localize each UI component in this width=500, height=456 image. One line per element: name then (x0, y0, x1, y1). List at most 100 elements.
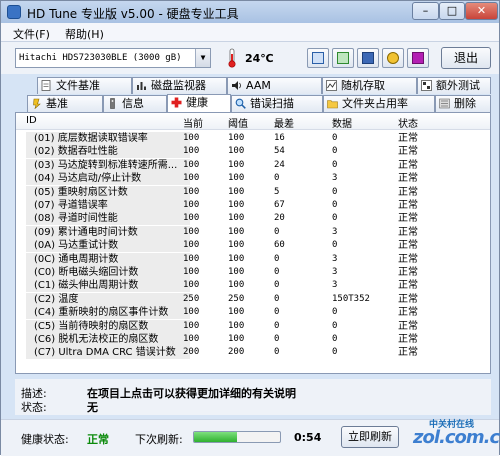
cell-current: 100 (183, 159, 200, 170)
error-scan-icon (235, 98, 246, 109)
table-row[interactable]: (03) 马达旋转到标准转速所需... 100 100 24 0 正常 (16, 158, 490, 172)
cell-data: 3 (332, 267, 338, 277)
cell-status: 正常 (398, 200, 418, 211)
table-row[interactable]: (01) 底层数据读取错误率 100 100 16 0 正常 (16, 132, 490, 145)
cell-current: 100 (183, 280, 200, 291)
menu-help[interactable]: 帮助(H) (65, 26, 104, 42)
menu-file[interactable]: 文件(F) (13, 26, 50, 42)
cell-threshold: 250 (228, 293, 245, 304)
cell-id: (C1) 磁头伸出周期计数 (34, 280, 139, 292)
tab-label: 额外测试 (436, 79, 480, 92)
table-row[interactable]: (09) 累计通电时间计数 100 100 0 3 正常 (16, 225, 490, 239)
chevron-down-icon[interactable]: ▼ (195, 49, 210, 67)
save-button[interactable] (357, 48, 379, 68)
tab-erase[interactable]: 删除 (435, 95, 491, 112)
title-bar[interactable]: HD Tune 专业版 v5.00 - 硬盘专业工具 – □ ✕ (1, 1, 499, 23)
tab-label: 错误扫描 (250, 97, 294, 110)
column-header-threshold[interactable]: 阈值 (228, 115, 248, 130)
cell-worst: 0 (274, 173, 280, 184)
watermark-logo: 中关村在线 zol.com.cn (409, 413, 500, 453)
options-button[interactable] (382, 48, 404, 68)
tab-disk-monitor[interactable]: 磁盘监视器 (132, 77, 227, 94)
download-button[interactable] (407, 48, 429, 68)
cell-data: 0 (332, 240, 338, 251)
column-header-current[interactable]: 当前 (183, 115, 203, 130)
tab-label: 文件夹占用率 (342, 97, 408, 110)
cell-current: 100 (183, 253, 200, 264)
copy-table-button[interactable] (332, 48, 354, 68)
cell-current: 100 (183, 320, 200, 331)
window-title: HD Tune 专业版 v5.00 - 硬盘专业工具 (27, 7, 239, 21)
health-icon (171, 97, 182, 108)
cell-id: (02) 数据吞吐性能 (34, 146, 118, 158)
table-row[interactable]: (C1) 磁头伸出周期计数 100 100 0 3 正常 (16, 279, 490, 293)
column-header-status[interactable]: 状态 (398, 115, 418, 130)
cell-id: (0A) 马达重试计数 (34, 240, 119, 252)
table-row[interactable]: (C2) 温度 250 250 0 150T352 正常 (16, 292, 490, 306)
tab-label: 信息 (122, 97, 144, 110)
cell-status: 正常 (398, 280, 418, 292)
cell-worst: 54 (274, 146, 285, 157)
table-row[interactable]: (08) 寻道时间性能 100 100 20 0 正常 (16, 212, 490, 226)
cell-worst: 0 (274, 267, 280, 277)
minimize-button[interactable]: – (412, 2, 439, 20)
table-row[interactable]: (C6) 脱机无法校正的扇区数 100 100 0 0 正常 (16, 333, 490, 346)
smart-table: ID 当前 阈值 最差 数据 状态 (01) 底层数据读取错误率 100 100 16… (15, 112, 491, 374)
tab-label: 基准 (46, 97, 68, 110)
tab-extra-tests[interactable]: 额外测试 (417, 77, 491, 94)
cell-id: (C4) 重新映射的扇区事件计数 (34, 307, 169, 319)
table-row[interactable]: (0A) 马达重试计数 100 100 60 0 正常 (16, 239, 490, 253)
tab-aam[interactable]: AAM (227, 77, 322, 94)
table-row[interactable]: (02) 数据吞吐性能 100 100 54 0 正常 (16, 145, 490, 159)
drive-select-value: Hitachi HDS723030BLE (3000 gB) (19, 53, 182, 63)
cell-data: 0 (332, 146, 338, 157)
cell-worst: 24 (274, 159, 285, 170)
tab-benchmark[interactable]: 基准 (27, 95, 103, 112)
table-row[interactable]: (05) 重映射扇区计数 100 100 5 0 正常 (16, 185, 490, 199)
drive-select[interactable]: Hitachi HDS723030BLE (3000 gB) ▼ (15, 48, 211, 68)
tab-info[interactable]: 信息 (103, 95, 167, 112)
cell-current: 200 (183, 347, 200, 358)
cell-id: (09) 累计通电时间计数 (34, 226, 138, 238)
cell-current: 100 (183, 200, 200, 210)
column-header-data[interactable]: 数据 (332, 115, 352, 130)
tab-random-access[interactable]: 随机存取 (322, 77, 417, 94)
table-row[interactable]: (07) 寻道错误率 100 100 67 0 正常 (16, 199, 490, 212)
cell-data: 0 (332, 307, 338, 318)
info-icon (110, 98, 115, 109)
maximize-button[interactable]: □ (439, 2, 465, 20)
table-row[interactable]: (C4) 重新映射的扇区事件计数 100 100 0 0 正常 (16, 306, 490, 320)
cell-status: 正常 (398, 159, 418, 171)
column-header-worst[interactable]: 最差 (274, 115, 294, 130)
cell-worst: 16 (274, 133, 285, 143)
tab-folder-usage[interactable]: 文件夹占用率 (323, 95, 435, 112)
table-row[interactable]: (04) 马达启动/停止计数 100 100 0 3 正常 (16, 172, 490, 186)
item-status-label: 状态: (21, 401, 47, 414)
exit-button[interactable]: 退出 (441, 47, 491, 69)
cell-id: (C2) 温度 (34, 293, 79, 305)
refresh-progress-bar (193, 431, 281, 443)
tab-health[interactable]: 健康 (167, 94, 231, 113)
random-access-icon (326, 80, 337, 91)
cell-worst: 0 (274, 226, 280, 237)
table-row[interactable]: (0C) 通电周期计数 100 100 0 3 正常 (16, 252, 490, 266)
copy-button[interactable] (307, 48, 329, 68)
cell-worst: 60 (274, 240, 285, 251)
table-row[interactable]: (C7) Ultra DMA CRC 错误计数 200 200 0 0 正常 (16, 346, 490, 360)
cell-threshold: 100 (228, 267, 245, 277)
cell-worst: 0 (274, 320, 280, 331)
tab-file-benchmark[interactable]: 文件基准 (37, 77, 132, 94)
refresh-now-button[interactable]: 立即刷新 (341, 426, 399, 448)
tab-error-scan[interactable]: 错误扫描 (231, 95, 323, 112)
cell-data: 0 (332, 334, 338, 344)
cell-data: 0 (332, 200, 338, 210)
column-header-id[interactable]: ID (26, 115, 37, 126)
cell-current: 100 (183, 334, 200, 344)
table-row[interactable]: (C5) 当前待映射的扇区数 100 100 0 0 正常 (16, 319, 490, 333)
thermometer-icon (228, 48, 236, 68)
table-row[interactable]: (C0) 断电磁头缩回计数 100 100 0 3 正常 (16, 266, 490, 279)
download-icon (412, 52, 424, 64)
copy-icon (312, 52, 324, 64)
close-button[interactable]: ✕ (465, 2, 498, 20)
watermark-logo-text: zol.com.cn (413, 427, 500, 448)
